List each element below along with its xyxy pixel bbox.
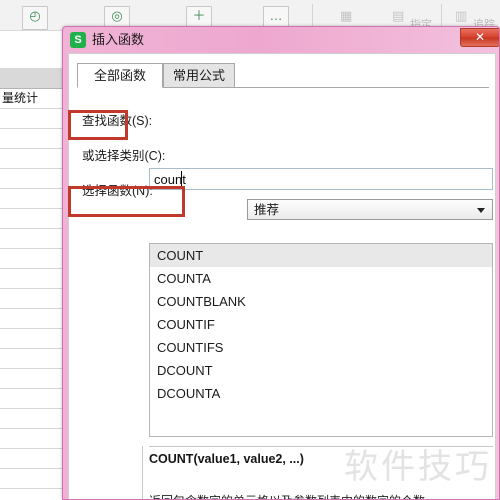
toolbar-separator-2 <box>441 4 442 26</box>
close-icon[interactable]: ✕ <box>460 28 499 47</box>
tabstrip: 全部函数 常用公式 <box>77 63 489 88</box>
watermark: 软件技巧 <box>344 447 492 487</box>
tab-common-formulas[interactable]: 常用公式 <box>163 63 235 88</box>
category-select[interactable]: 推荐 <box>247 199 493 220</box>
tab-all-functions[interactable]: 全部函数 <box>77 63 163 88</box>
function-syntax: COUNT(value1, value2, ...) <box>149 452 304 466</box>
math-icon-glyph: ＋ <box>192 8 206 23</box>
lookup-icon-glyph: ◎ <box>111 8 123 23</box>
trace-group-icon[interactable]: ▥ <box>455 8 467 24</box>
screenshot-root: ◴ ◎ ＋ … ▦ ▤ 指定 ▥ 追踪 日期和时间 量统计 <box>0 0 500 500</box>
function-list-label: 选择函数(N): <box>82 184 153 198</box>
dialog-title: 插入函数 <box>92 32 145 47</box>
category-label: 或选择类别(C): <box>82 149 166 163</box>
detail-vertical-rule <box>142 446 143 499</box>
wps-spreadsheet-icon: S <box>70 32 86 48</box>
list-item[interactable]: DCOUNTA <box>150 382 492 405</box>
function-listbox[interactable]: COUNT COUNTA COUNTBLANK COUNTIF COUNTIFS… <box>149 243 493 437</box>
search-input[interactable] <box>149 168 493 190</box>
dialog-titlebar[interactable]: S 插入函数 ✕ <box>63 27 499 53</box>
list-item[interactable]: COUNTA <box>150 267 492 290</box>
list-item[interactable]: COUNTIFS <box>150 336 492 359</box>
chevron-down-icon <box>477 208 485 213</box>
dialog-body: 全部函数 常用公式 查找函数(S): 或选择类别(C): 推荐 选择函数(N):… <box>68 53 496 499</box>
chart-group-icon[interactable]: ▦ <box>340 8 352 24</box>
category-select-value: 推荐 <box>254 203 280 217</box>
date-time-icon[interactable]: ◴ <box>22 6 48 30</box>
list-item[interactable]: COUNT <box>150 244 492 267</box>
more-functions-icon-glyph: … <box>269 8 283 23</box>
date-time-icon-glyph: ◴ <box>29 8 41 23</box>
insert-function-dialog: S 插入函数 ✕ 全部函数 常用公式 查找函数(S): 或选择类别(C): 推荐… <box>62 26 500 500</box>
sheet-cell-value: 量统计 <box>2 91 39 105</box>
list-item[interactable]: DCOUNT <box>150 359 492 382</box>
function-description: 返回包含数字的单元格以及参数列表中的数字的个数 <box>149 492 425 499</box>
list-item[interactable]: COUNTBLANK <box>150 290 492 313</box>
toolbar-separator-1 <box>312 4 313 26</box>
text-caret <box>181 171 182 186</box>
name-manager-group-icon[interactable]: ▤ <box>392 8 404 24</box>
list-item[interactable]: COUNTIF <box>150 313 492 336</box>
search-label: 查找函数(S): <box>82 114 153 128</box>
